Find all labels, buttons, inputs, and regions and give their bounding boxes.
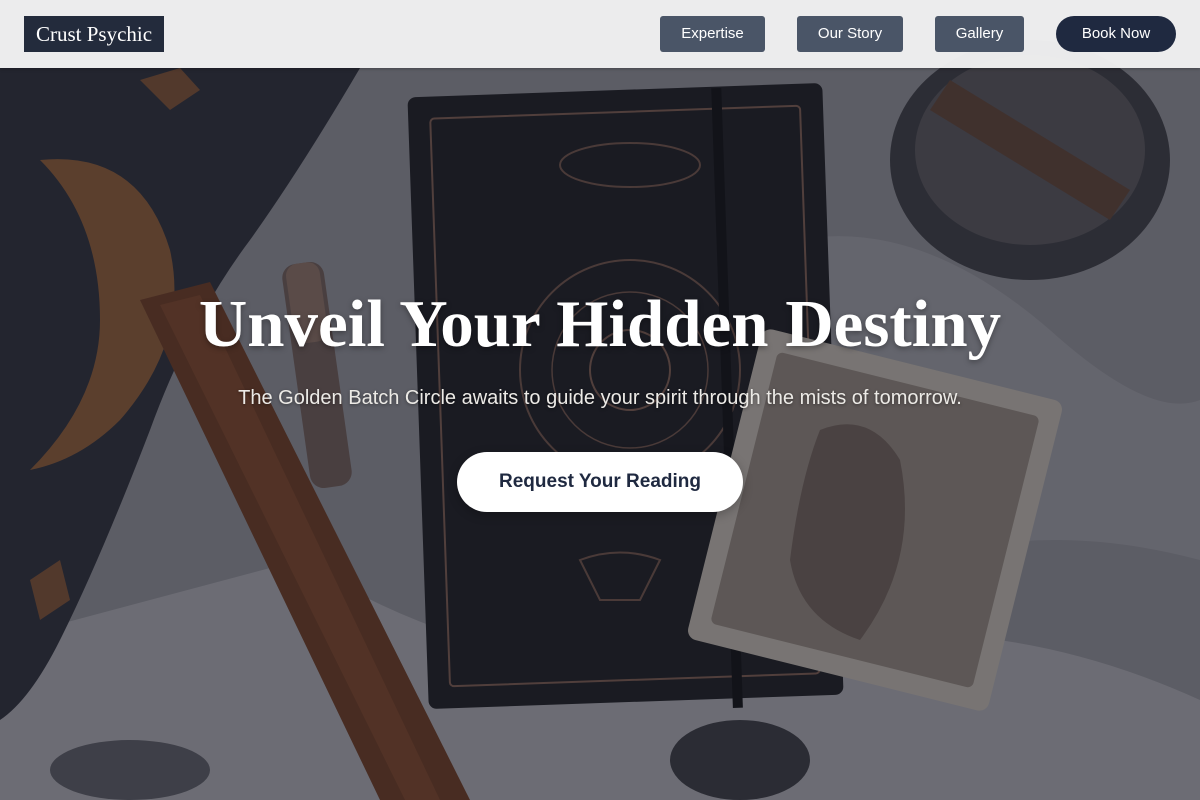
hero-title: Unveil Your Hidden Destiny	[198, 287, 1002, 361]
hero-section: Unveil Your Hidden Destiny The Golden Ba…	[0, 0, 1200, 800]
hero-subtitle: The Golden Batch Circle awaits to guide …	[238, 387, 962, 409]
request-reading-button[interactable]: Request Your Reading	[457, 452, 743, 512]
